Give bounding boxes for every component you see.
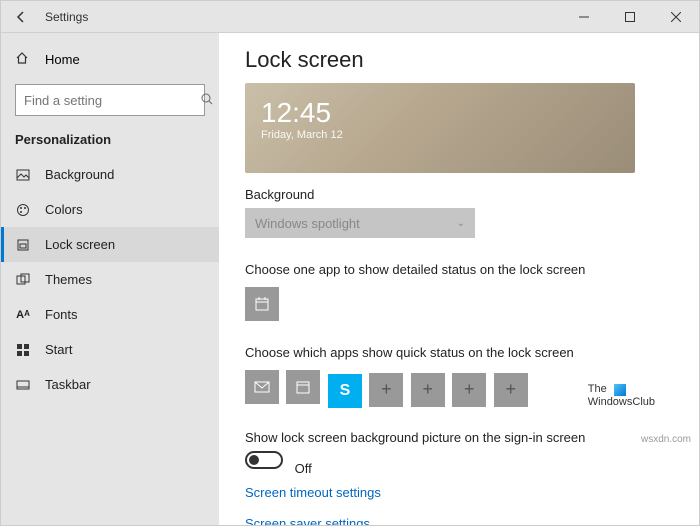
nav-themes[interactable]: Themes: [1, 262, 219, 297]
home-label: Home: [45, 52, 80, 67]
nav-label: Themes: [45, 272, 92, 287]
calendar-icon: [295, 379, 311, 395]
quick-app-calendar[interactable]: [286, 370, 320, 404]
lock-screen-icon: [15, 238, 31, 252]
nav-label: Start: [45, 342, 72, 357]
quick-app-add-1[interactable]: +: [369, 373, 403, 407]
detailed-status-label: Choose one app to show detailed status o…: [245, 262, 673, 277]
preview-date: Friday, March 12: [261, 129, 619, 141]
nav-taskbar[interactable]: Taskbar: [1, 367, 219, 402]
chevron-down-icon: ⌄: [457, 218, 465, 229]
logo-square-icon: [614, 384, 626, 396]
calendar-icon: [254, 296, 270, 312]
screensaver-settings-link[interactable]: Screen saver settings: [245, 516, 673, 525]
quick-app-skype[interactable]: S: [328, 374, 362, 408]
search-box[interactable]: [15, 84, 205, 116]
signin-bg-label: Show lock screen background picture on t…: [245, 430, 673, 445]
maximize-icon: [625, 12, 635, 22]
nav-label: Lock screen: [45, 237, 115, 252]
picture-icon: [15, 168, 31, 182]
skype-icon: S: [340, 382, 351, 400]
nav-label: Taskbar: [45, 377, 91, 392]
section-header: Personalization: [1, 132, 219, 157]
plus-icon: +: [464, 379, 475, 400]
watermark: The WindowsClub: [588, 383, 655, 409]
taskbar-icon: [15, 378, 31, 392]
signin-bg-toggle[interactable]: [245, 451, 283, 469]
close-button[interactable]: [653, 1, 699, 33]
plus-icon: +: [505, 379, 516, 400]
timeout-settings-link[interactable]: Screen timeout settings: [245, 485, 673, 500]
home-nav[interactable]: Home: [1, 43, 219, 76]
main-content: Lock screen 12:45 Friday, March 12 Backg…: [219, 33, 699, 525]
titlebar: Settings: [1, 1, 699, 33]
palette-icon: [15, 203, 31, 217]
window-title: Settings: [45, 10, 88, 24]
nav-start[interactable]: Start: [1, 332, 219, 367]
nav-label: Background: [45, 167, 114, 182]
mail-icon: [254, 379, 270, 395]
minimize-icon: [579, 12, 589, 22]
plus-icon: +: [423, 379, 434, 400]
quick-app-mail[interactable]: [245, 370, 279, 404]
search-input[interactable]: [24, 93, 200, 108]
nav-lock-screen[interactable]: Lock screen: [1, 227, 219, 262]
quick-app-add-4[interactable]: +: [494, 373, 528, 407]
nav-fonts[interactable]: AA Fonts: [1, 297, 219, 332]
plus-icon: +: [381, 379, 392, 400]
maximize-button[interactable]: [607, 1, 653, 33]
toggle-state: Off: [295, 461, 312, 476]
nav-label: Fonts: [45, 307, 78, 322]
minimize-button[interactable]: [561, 1, 607, 33]
background-dropdown[interactable]: Windows spotlight ⌄: [245, 208, 475, 238]
start-icon: [15, 343, 31, 357]
footer-watermark: wsxdn.com: [641, 434, 691, 445]
nav-colors[interactable]: Colors: [1, 192, 219, 227]
themes-icon: [15, 273, 31, 287]
page-heading: Lock screen: [245, 47, 673, 73]
preview-time: 12:45: [261, 97, 619, 129]
quick-app-add-2[interactable]: +: [411, 373, 445, 407]
nav-background[interactable]: Background: [1, 157, 219, 192]
fonts-icon: AA: [15, 309, 31, 321]
arrow-left-icon: [14, 10, 28, 24]
lock-screen-preview[interactable]: 12:45 Friday, March 12: [245, 83, 635, 173]
sidebar: Home Personalization Background Colors L…: [1, 33, 219, 525]
quick-status-label: Choose which apps show quick status on t…: [245, 345, 673, 360]
search-icon: [200, 92, 214, 109]
home-icon: [15, 51, 31, 68]
dropdown-value: Windows spotlight: [255, 216, 360, 231]
quick-app-add-3[interactable]: +: [452, 373, 486, 407]
back-button[interactable]: [9, 5, 33, 29]
nav-label: Colors: [45, 202, 83, 217]
detailed-app-calendar[interactable]: [245, 287, 279, 321]
close-icon: [671, 12, 681, 22]
background-label: Background: [245, 187, 673, 202]
